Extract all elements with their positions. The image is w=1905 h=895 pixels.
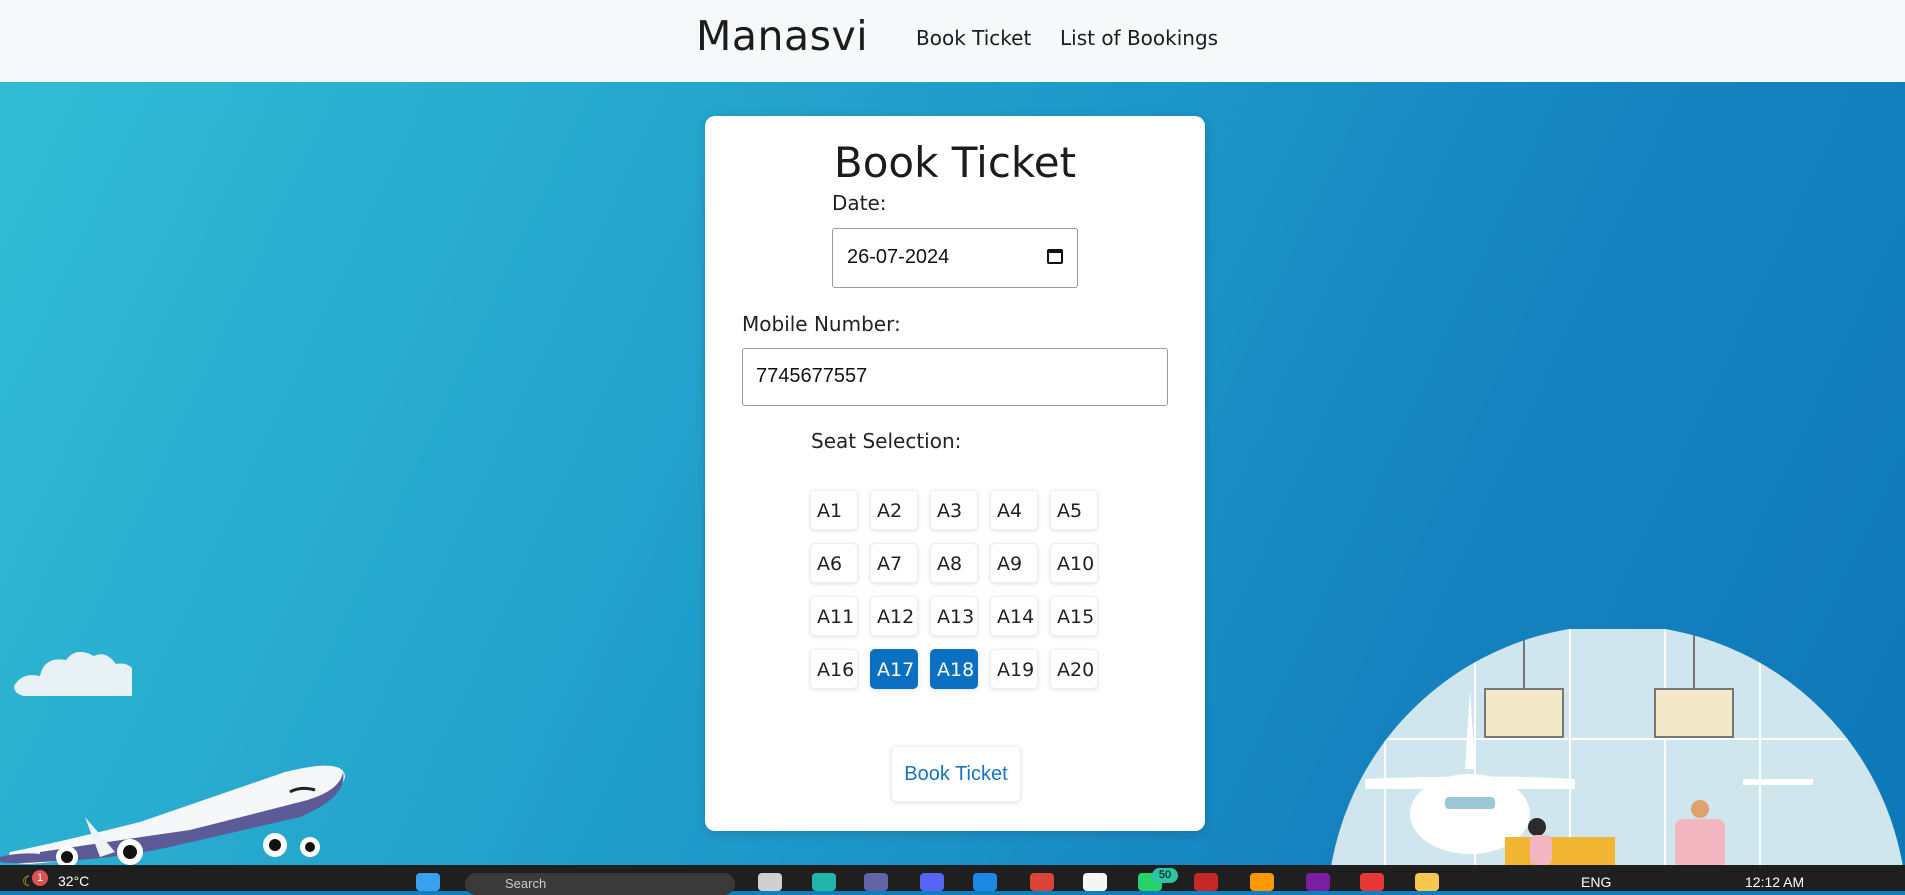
book-ticket-button[interactable]: Book Ticket	[891, 746, 1021, 802]
seat-button[interactable]: A4	[990, 490, 1038, 530]
seat-button[interactable]: A15	[1050, 596, 1098, 636]
temperature[interactable]: 32°C	[58, 873, 89, 889]
seat-button[interactable]: A1	[810, 490, 858, 530]
seat-button[interactable]: A14	[990, 596, 1038, 636]
seat-button[interactable]: A13	[930, 596, 978, 636]
seat-button[interactable]: A20	[1050, 649, 1098, 689]
nav-book-ticket[interactable]: Book Ticket	[916, 26, 1031, 50]
nav-list-of-bookings[interactable]: List of Bookings	[1060, 26, 1218, 50]
chrome-icon[interactable]	[1030, 873, 1054, 891]
mobile-label: Mobile Number:	[742, 312, 901, 336]
page-title: Book Ticket	[833, 138, 1077, 187]
seat-button[interactable]: A2	[870, 490, 918, 530]
app-icon[interactable]	[1250, 873, 1274, 891]
date-field[interactable]: 26-07-2024	[832, 228, 1078, 288]
taskbar-search[interactable]: Search	[465, 873, 735, 895]
seat-button[interactable]: A6	[810, 543, 858, 583]
seat-button[interactable]: A18	[930, 649, 978, 689]
search-placeholder: Search	[505, 876, 547, 891]
mobile-number-field[interactable]: 7745677557	[742, 348, 1168, 406]
teams-icon[interactable]	[864, 873, 888, 891]
clock[interactable]: 12:12 AM	[1745, 874, 1804, 890]
mobile-number-value: 7745677557	[756, 365, 868, 387]
seat-grid: A1 A2 A3 A4 A5 A6 A7 A8 A9 A10 A11 A12 A13 A14 A15 A16 A…	[810, 490, 1110, 689]
seat-button[interactable]: A10	[1050, 543, 1098, 583]
start-icon[interactable]	[416, 873, 440, 891]
app-icon[interactable]	[1306, 873, 1330, 891]
date-value: 26-07-2024	[847, 246, 950, 268]
seat-button[interactable]: A8	[930, 543, 978, 583]
seat-button[interactable]: A7	[870, 543, 918, 583]
page-background: Book Ticket Date: 26-07-2024 Mobile Numb…	[0, 82, 1905, 865]
seat-button[interactable]: A19	[990, 649, 1038, 689]
edge-icon[interactable]	[812, 873, 836, 891]
folder-icon[interactable]	[1415, 873, 1439, 891]
seat-button[interactable]: A9	[990, 543, 1038, 583]
brand-logo[interactable]: Manasvi	[696, 12, 868, 60]
top-navbar: Manasvi Book Ticket List of Bookings	[0, 0, 1905, 83]
seat-button[interactable]: A12	[870, 596, 918, 636]
seat-button[interactable]: A11	[810, 596, 858, 636]
calendar-app-icon[interactable]	[1083, 873, 1107, 891]
calendar-icon[interactable]	[1047, 249, 1063, 264]
discord-icon[interactable]	[920, 873, 944, 891]
app-icon[interactable]	[1360, 873, 1384, 891]
taskbar: ☾ 1 32°C Search 50 ENG 12:12 AM	[0, 865, 1905, 895]
app-icon[interactable]	[1194, 873, 1218, 891]
language-indicator[interactable]: ENG	[1581, 874, 1611, 890]
seat-button[interactable]: A16	[810, 649, 858, 689]
airplane-illustration	[0, 765, 346, 865]
notification-count: 50	[1152, 868, 1178, 883]
vscode-icon[interactable]	[973, 873, 997, 891]
airport-illustration	[1327, 629, 1905, 865]
cloud-illustration	[14, 651, 132, 696]
seat-button[interactable]: A3	[930, 490, 978, 530]
seat-button[interactable]: A17	[870, 649, 918, 689]
date-label: Date:	[832, 191, 887, 215]
seat-selection-label: Seat Selection:	[811, 429, 962, 453]
file-explorer-icon[interactable]	[758, 873, 782, 891]
seat-button[interactable]: A5	[1050, 490, 1098, 530]
booking-card: Book Ticket Date: 26-07-2024 Mobile Numb…	[705, 116, 1205, 831]
weather-badge: 1	[32, 870, 48, 886]
